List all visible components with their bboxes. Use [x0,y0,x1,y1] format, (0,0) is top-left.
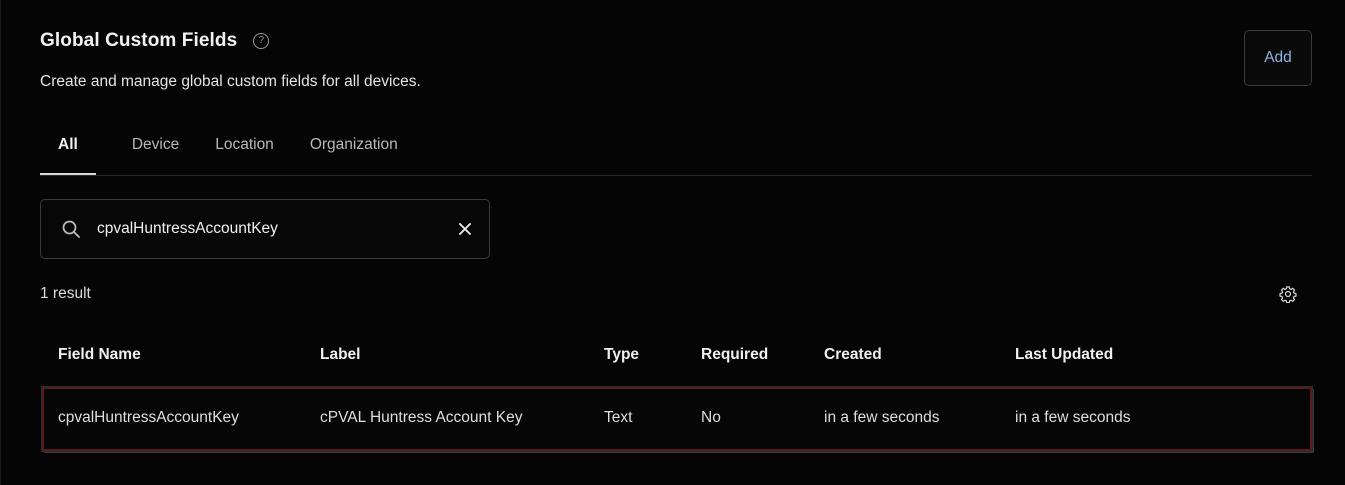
custom-fields-page: Global Custom Fields ? Create and manage… [0,0,1345,485]
column-header-field-name[interactable]: Field Name [58,346,141,364]
column-header-type[interactable]: Type [604,346,639,364]
table-header: Field Name Label Type Required Created L… [40,346,1312,372]
close-icon[interactable] [457,221,473,237]
cell-type: Text [604,409,633,426]
tab-location[interactable]: Location [215,126,274,174]
page-subtitle: Create and manage global custom fields f… [40,73,421,90]
column-header-last-updated[interactable]: Last Updated [1015,346,1113,364]
column-header-created[interactable]: Created [824,346,882,364]
search-icon [62,220,80,238]
page-header: Global Custom Fields ? Create and manage… [40,28,421,91]
page-title: Global Custom Fields [40,30,238,51]
search-box [40,199,490,259]
tab-device[interactable]: Device [132,126,179,174]
add-button[interactable]: Add [1244,30,1312,86]
help-icon[interactable]: ? [253,33,270,49]
result-count: 1 result [40,285,91,302]
tab-bar: All Device Location Organization [40,126,1312,176]
column-header-label[interactable]: Label [320,346,360,364]
gear-icon[interactable] [1279,285,1297,303]
title-row: Global Custom Fields ? [40,28,421,54]
table-row[interactable]: cpvalHuntressAccountKey cPVAL Huntress A… [42,387,1312,451]
column-header-required[interactable]: Required [701,346,768,364]
cell-last-updated: in a few seconds [1015,409,1131,426]
cell-required: No [701,409,721,426]
cell-field-name: cpvalHuntressAccountKey [58,409,239,426]
cell-created: in a few seconds [824,409,940,426]
tab-all[interactable]: All [40,126,96,175]
cell-label: cPVAL Huntress Account Key [320,409,523,426]
search-input[interactable] [95,219,457,239]
tab-organization[interactable]: Organization [310,126,398,174]
